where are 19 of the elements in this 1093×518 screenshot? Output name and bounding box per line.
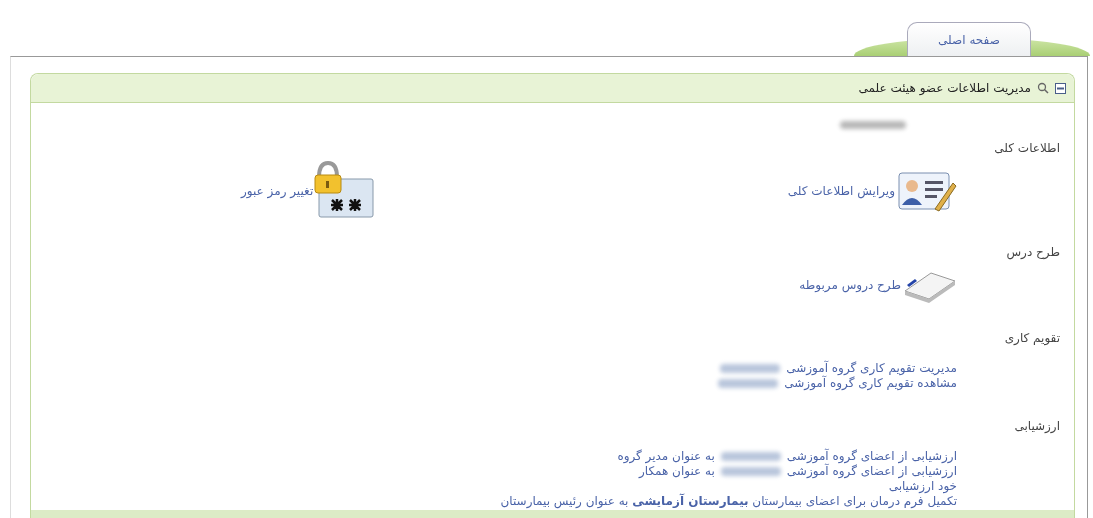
text-link[interactable]: تکمیل فرم درمان برای اعضای بیمارستان بیمارستان آزمایشی به عنوان رئیس بیمارستان (500, 494, 957, 509)
text-link[interactable]: خود ارزشیابی (888, 479, 957, 494)
password-lock-icon (313, 161, 376, 221)
text-link[interactable]: مدیریت تقویم کاری گروه آموزشی (714, 361, 957, 376)
text-link[interactable]: مشاهده تقویم کاری گروه آموزشی (712, 376, 957, 391)
icon-link[interactable]: ویرایش اطلاعات کلی (787, 169, 957, 213)
section-label: ارزشیابی (1014, 419, 1060, 433)
section-label: اطلاعات کلی (994, 141, 1060, 155)
section-label: تقویم کاری (1004, 331, 1060, 345)
text-link[interactable]: ارزشیابی از اعضای گروه آموزشی به عنوان مدیر گروه (617, 449, 957, 464)
tab[interactable]: صفحه اصلی (907, 22, 1031, 56)
icon-link[interactable]: تغییر رمز عبور (241, 161, 376, 221)
search-icon (1037, 82, 1049, 94)
text-link[interactable]: ارزشیابی از اعضای گروه آموزشی به عنوان همکار (638, 464, 957, 479)
profile-card-icon (895, 169, 957, 213)
panel-title: مدیریت اطلاعات عضو هیئت علمی (858, 81, 1031, 95)
section-label: طرح درس (1006, 245, 1060, 259)
collapse-button[interactable] (1055, 82, 1066, 94)
icon-link[interactable]: طرح دروس مربوطه (799, 265, 957, 305)
